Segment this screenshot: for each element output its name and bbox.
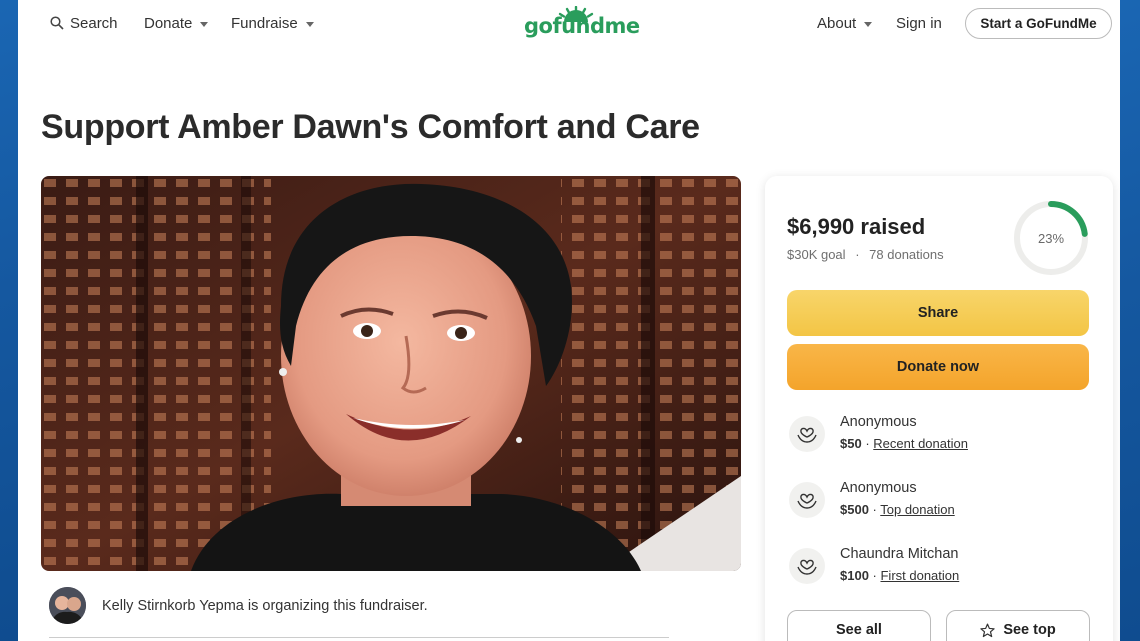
page-title: Support Amber Dawn's Comfort and Care (41, 108, 700, 146)
chevron-down-icon (200, 21, 209, 27)
progress-percent: 23% (1038, 231, 1064, 246)
donate-menu-label: Donate (144, 14, 193, 32)
raised-amount: $6,990 raised (787, 214, 926, 239)
signin-label: Sign in (896, 14, 942, 32)
header: Search Donate Fundraise gofundme About S… (18, 0, 1120, 46)
donation-separator: · (868, 502, 881, 517)
donation-item: Chaundra Mitchan $100 · First donation (787, 546, 1087, 596)
donation-count: 78 donations (869, 247, 944, 262)
donor-name: Chaundra Mitchan (840, 546, 959, 562)
background-right (1120, 0, 1140, 641)
see-all-label: See all (836, 622, 882, 638)
background-left (0, 0, 18, 641)
start-gofundme-button[interactable]: Start a GoFundMe (965, 8, 1112, 39)
donation-separator: · (868, 568, 881, 583)
about-menu[interactable]: About (817, 12, 873, 34)
see-top-label: See top (1003, 622, 1056, 638)
about-menu-label: About (817, 14, 857, 32)
goal-separator: · (855, 247, 860, 262)
search-label: Search (70, 14, 118, 32)
chevron-down-icon (305, 21, 314, 27)
donation-separator: · (861, 436, 874, 451)
donation-amount: $50 (840, 436, 862, 451)
donation-amount: $100 (840, 568, 869, 583)
donation-item: Anonymous $50 · Recent donation (787, 414, 1087, 464)
donation-item: Anonymous $500 · Top donation (787, 480, 1087, 530)
organizer-avatar[interactable] (49, 587, 86, 624)
page: Search Donate Fundraise gofundme About S… (18, 0, 1120, 641)
donation-detail: $500 · Top donation (840, 502, 955, 517)
gofundme-logo[interactable]: gofundme (524, 6, 640, 40)
campaign-photo-image (41, 176, 741, 571)
progress-ring: 23% (1011, 198, 1091, 278)
donation-tag-link[interactable]: Recent donation (873, 436, 968, 451)
avatar-image (49, 587, 86, 624)
donor-name: Anonymous (840, 480, 917, 496)
donation-tag-link[interactable]: First donation (880, 568, 959, 583)
search-nav[interactable]: Search (50, 12, 118, 34)
heart-hands-icon (789, 416, 825, 452)
share-button[interactable]: Share (787, 290, 1089, 336)
fundraise-menu-label: Fundraise (231, 14, 298, 32)
organizer-row: Kelly Stirnkorb Yepma is organizing this… (49, 587, 428, 624)
organizer-text: Kelly Stirnkorb Yepma is organizing this… (102, 597, 428, 614)
signin-link[interactable]: Sign in (896, 12, 942, 34)
see-top-button[interactable]: See top (946, 610, 1090, 641)
donation-amount: $500 (840, 502, 869, 517)
donation-card: $6,990 raised $30K goal · 78 donations 2… (765, 176, 1113, 641)
donate-menu[interactable]: Donate (144, 12, 209, 34)
donate-now-button[interactable]: Donate now (787, 344, 1089, 390)
chevron-down-icon (864, 21, 873, 27)
donation-tag-link[interactable]: Top donation (880, 502, 954, 517)
campaign-photo[interactable] (41, 176, 741, 571)
see-all-button[interactable]: See all (787, 610, 931, 641)
donation-detail: $50 · Recent donation (840, 436, 968, 451)
donation-detail: $100 · First donation (840, 568, 959, 583)
goal-summary: $30K goal · 78 donations (787, 247, 944, 262)
heart-hands-icon (789, 548, 825, 584)
heart-hands-icon (789, 482, 825, 518)
search-icon (50, 16, 64, 30)
donor-name: Anonymous (840, 414, 917, 430)
divider (49, 637, 669, 638)
fundraise-menu[interactable]: Fundraise (231, 12, 314, 34)
star-icon (980, 623, 995, 637)
goal-amount: $30K goal (787, 247, 846, 262)
logo-text: gofundme (524, 14, 640, 38)
progress-ring-graphic: 23% (1014, 201, 1088, 275)
